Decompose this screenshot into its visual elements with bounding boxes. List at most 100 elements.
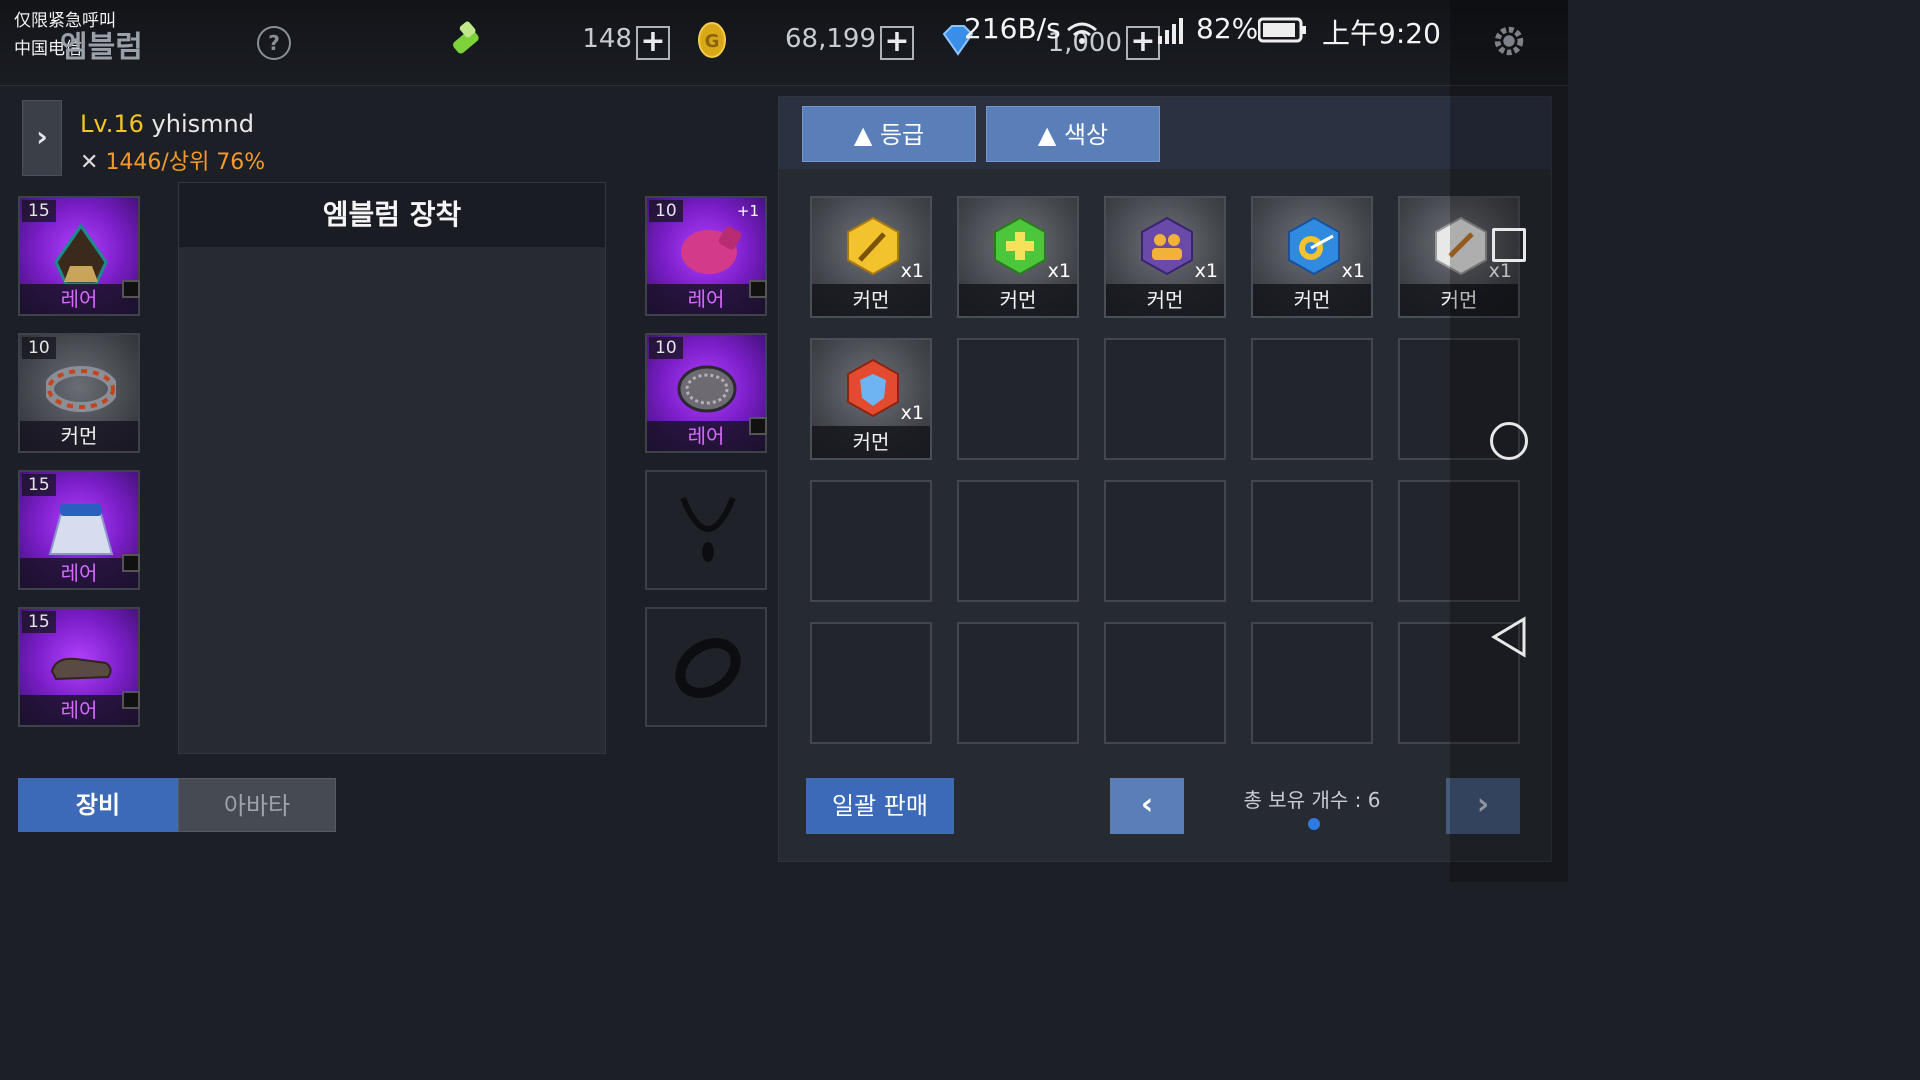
inventory-item-target-emblem[interactable]: x1 커먼: [1251, 196, 1373, 318]
equip-slot-glove[interactable]: 10 +1 레어: [645, 196, 767, 316]
lock-toggle[interactable]: [122, 691, 140, 709]
shoes-icon: [50, 657, 112, 681]
inventory-empty-slot[interactable]: [957, 338, 1079, 460]
sort-color-label: 색상: [1063, 121, 1109, 149]
item-grade: 커먼: [812, 284, 930, 316]
player-level-name: Lv.16 yhismnd: [80, 110, 254, 138]
sell-all-button[interactable]: 일괄 판매: [806, 778, 954, 834]
equip-slot-hood[interactable]: 15 레어: [18, 196, 140, 316]
item-grade: 레어: [20, 695, 138, 725]
heal-emblem-icon: [994, 216, 1046, 276]
energy-battery-icon: [453, 21, 479, 54]
sword-emblem-icon: [847, 216, 899, 276]
item-quantity: x1: [1341, 260, 1365, 282]
item-level: 15: [22, 611, 56, 633]
combat-power-value: 1446/상위 76%: [105, 150, 266, 175]
gold-value: 68,199: [785, 24, 876, 54]
item-quantity: x1: [900, 402, 924, 424]
svg-text:G: G: [705, 31, 720, 52]
recent-apps-icon[interactable]: [1492, 228, 1526, 262]
item-level: 10: [649, 337, 683, 359]
item-grade: 커먼: [1253, 284, 1371, 316]
tab-avatar[interactable]: 아바타: [178, 778, 336, 832]
player-name: yhismnd: [151, 110, 254, 138]
shield-emblem-icon: [847, 358, 899, 418]
signal-icon: [1067, 18, 1183, 44]
inventory-empty-slot[interactable]: [957, 622, 1079, 744]
item-grade: 레어: [20, 284, 138, 314]
sort-arrow-icon: ▲: [1037, 121, 1057, 149]
inventory-empty-slot[interactable]: [810, 480, 932, 602]
player-level: Lv.16: [80, 110, 144, 138]
home-icon[interactable]: [1490, 422, 1528, 460]
item-grade: 레어: [20, 558, 138, 588]
lock-toggle[interactable]: [749, 417, 767, 435]
expand-button[interactable]: ›: [22, 100, 62, 176]
sort-by-color-button[interactable]: ▲ 색상: [986, 106, 1160, 162]
item-grade: 커먼: [1106, 284, 1224, 316]
item-grade: 커먼: [20, 421, 138, 451]
tab-equipment[interactable]: 장비: [18, 778, 178, 832]
boxing-glove-icon: [681, 226, 742, 274]
equip-slot-skirt[interactable]: 15 레어: [18, 470, 140, 590]
lock-toggle[interactable]: [122, 554, 140, 572]
sort-by-grade-button[interactable]: ▲ 등급: [802, 106, 976, 162]
inventory-empty-slot[interactable]: [957, 480, 1079, 602]
lock-toggle[interactable]: [122, 280, 140, 298]
target-emblem-icon: [1288, 216, 1340, 276]
item-level: 15: [22, 200, 56, 222]
ring-icon: [675, 638, 741, 698]
inventory-empty-slot[interactable]: [1104, 622, 1226, 744]
combat-power: ✕ 1446/상위 76%: [80, 144, 265, 176]
item-grade: 레어: [647, 421, 765, 451]
item-quantity: x1: [900, 260, 924, 282]
help-icon[interactable]: ?: [257, 26, 291, 60]
lock-toggle[interactable]: [749, 280, 767, 298]
network-speed: 216B/s: [964, 12, 1061, 45]
inventory-empty-slot[interactable]: [1104, 480, 1226, 602]
hood-icon: [54, 223, 108, 286]
equip-slot-shoes[interactable]: 15 레어: [18, 607, 140, 727]
back-icon[interactable]: [1490, 616, 1530, 658]
party-emblem-icon: [1141, 216, 1193, 276]
item-level: 10: [649, 200, 683, 222]
inventory-item-heal-emblem[interactable]: x1 커먼: [957, 196, 1079, 318]
item-quantity: x1: [1194, 260, 1218, 282]
inventory-empty-slot[interactable]: [1251, 622, 1373, 744]
page-indicator-dot: [1308, 818, 1320, 830]
item-grade: 레어: [647, 284, 765, 314]
inventory-empty-slot[interactable]: [1251, 480, 1373, 602]
emblem-panel-title: 엠블럼 장착: [179, 183, 605, 247]
equip-slot-necklace[interactable]: [645, 470, 767, 590]
enhance-level: +1: [736, 202, 759, 220]
inventory-item-shield-emblem[interactable]: x1 커먼: [810, 338, 932, 460]
add-gold-button[interactable]: +: [880, 26, 914, 60]
sort-grade-label: 등급: [879, 121, 925, 149]
equip-slot-bracelet[interactable]: 10 커먼: [18, 333, 140, 453]
add-energy-button[interactable]: +: [636, 26, 670, 60]
bracelet-icon: [46, 366, 116, 412]
item-level: 10: [22, 337, 56, 359]
inventory-empty-slot[interactable]: [810, 622, 932, 744]
skirt-icon: [48, 504, 114, 555]
necklace-icon: [680, 496, 736, 562]
equip-slot-gauntlet[interactable]: 10 레어: [645, 333, 767, 453]
item-level: 15: [22, 474, 56, 496]
item-quantity: x1: [1047, 260, 1071, 282]
battery-icon: [1258, 17, 1306, 43]
inventory-empty-slot[interactable]: [1104, 338, 1226, 460]
equip-slot-ring[interactable]: [645, 607, 767, 727]
gauntlet-icon: [677, 365, 737, 413]
total-owned-count: 총 보유 개수 : 6: [1243, 788, 1381, 812]
inventory-empty-slot[interactable]: [1251, 338, 1373, 460]
battery-percent: 82%: [1196, 12, 1259, 45]
inventory-item-sword-emblem[interactable]: x1 커먼: [810, 196, 932, 318]
crossed-swords-icon: ✕: [80, 150, 99, 175]
gold-coin-icon: G: [698, 22, 726, 58]
inventory-item-party-emblem[interactable]: x1 커먼: [1104, 196, 1226, 318]
prev-page-button[interactable]: ‹: [1110, 778, 1184, 834]
sort-arrow-icon: ▲: [853, 121, 873, 149]
screen-title: 엠블럼: [60, 30, 143, 65]
item-grade: 커먼: [812, 426, 930, 458]
emblem-equip-panel: 엠블럼 장착: [178, 182, 606, 754]
